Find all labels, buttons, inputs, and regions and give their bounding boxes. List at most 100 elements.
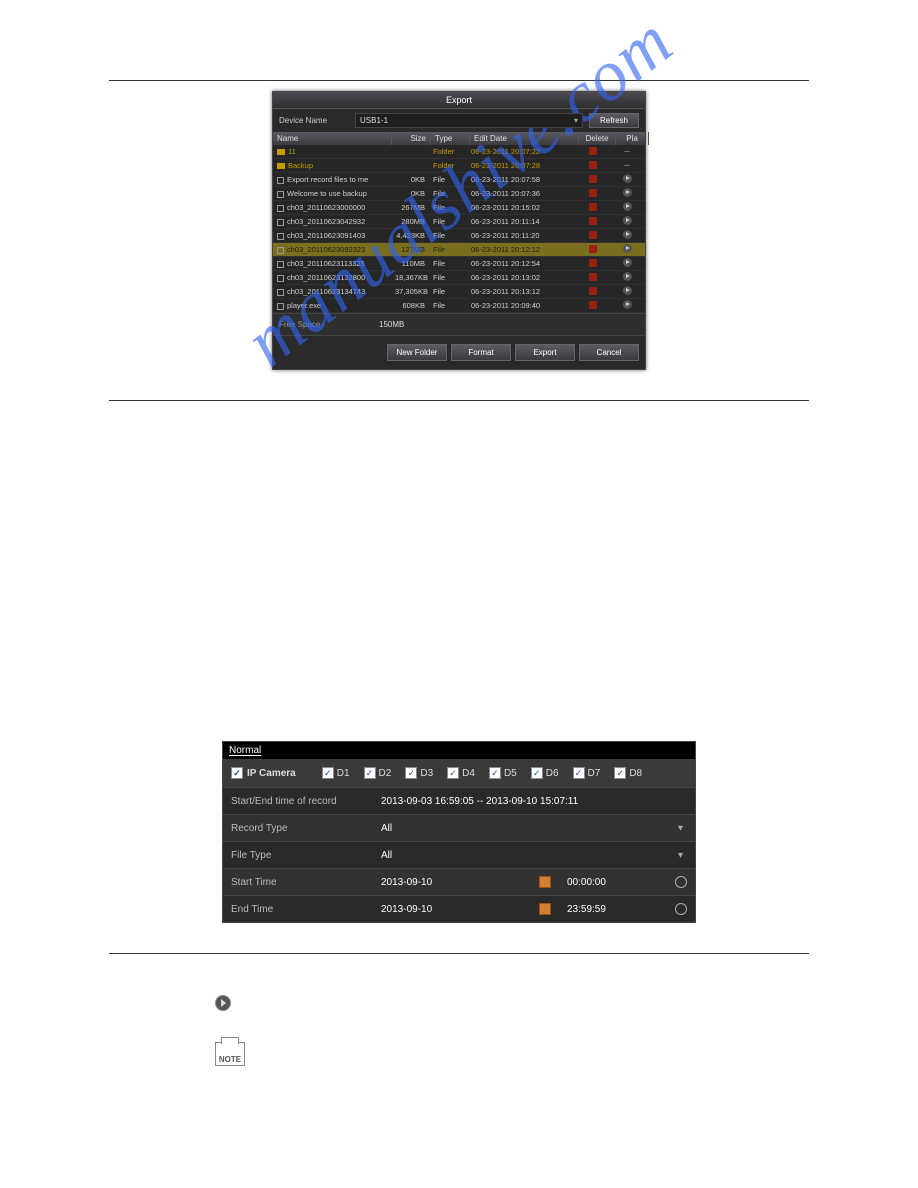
camera-checkbox[interactable]: D3: [405, 767, 433, 779]
table-row[interactable]: BackupFolder06-23-2011 20:07:28–: [273, 159, 645, 173]
camera-checkbox[interactable]: D2: [364, 767, 392, 779]
export-dialog: Export Device Name USB1-1 Refresh Name S…: [272, 91, 646, 370]
start-time-label: Start Time: [231, 877, 381, 888]
ip-camera-label: IP Camera: [247, 768, 296, 779]
calendar-icon[interactable]: [539, 903, 551, 915]
end-date-input[interactable]: 2013-09-10: [381, 904, 531, 915]
play-icon[interactable]: [623, 216, 632, 225]
play-icon: [215, 995, 231, 1011]
dialog-title: Export: [273, 92, 645, 109]
play-icon[interactable]: [623, 244, 632, 253]
camera-checkbox[interactable]: D1: [322, 767, 350, 779]
table-row[interactable]: ch03_2011062313280018,367KBFile06-23-201…: [273, 271, 645, 285]
page: manualshive.com Export Device Name USB1-…: [0, 0, 918, 1116]
table-row[interactable]: ch03_20110623092323127MBFile06-23-2011 2…: [273, 243, 645, 257]
end-time-input[interactable]: 23:59:59: [567, 904, 667, 915]
cancel-button[interactable]: Cancel: [579, 344, 639, 361]
file-type-label: File Type: [231, 850, 381, 861]
device-select[interactable]: USB1-1: [355, 113, 583, 128]
start-end-label: Start/End time of record: [231, 796, 381, 807]
clock-icon[interactable]: [675, 876, 687, 888]
checkbox-icon: [447, 767, 459, 779]
table-row[interactable]: Welcome to use backup0KBFile06-23-2011 2…: [273, 187, 645, 201]
camera-list: D1 D2 D3 D4 D5 D6 D7 D8: [322, 767, 687, 779]
dialog-button-row: New Folder Format Export Cancel: [273, 336, 645, 369]
play-icon[interactable]: [623, 258, 632, 267]
start-end-record-row: Start/End time of record 2013-09-03 16:5…: [223, 787, 695, 814]
panel-title: Normal: [223, 742, 695, 759]
free-space-value: 150MB: [379, 320, 404, 329]
checkbox-icon: [573, 767, 585, 779]
table-row[interactable]: player.exe608KBFile06-23-2011 20:09:40: [273, 299, 645, 313]
end-time-row: End Time 2013-09-10 23:59:59: [223, 895, 695, 922]
delete-icon[interactable]: [589, 287, 597, 295]
play-icon[interactable]: [623, 174, 632, 183]
delete-icon[interactable]: [589, 147, 597, 155]
ip-camera-checkbox[interactable]: IP Camera: [231, 767, 296, 779]
camera-checkbox[interactable]: D8: [614, 767, 642, 779]
camera-row: IP Camera D1 D2 D3 D4 D5 D6 D7 D8: [223, 759, 695, 787]
col-name[interactable]: Name: [273, 132, 392, 145]
free-space-label: Free Space: [279, 320, 379, 329]
start-date-input[interactable]: 2013-09-10: [381, 877, 531, 888]
col-type[interactable]: Type: [431, 132, 470, 145]
table-row[interactable]: ch03_201106230914034,423KBFile06-23-2011…: [273, 229, 645, 243]
play-icon[interactable]: [623, 286, 632, 295]
refresh-button[interactable]: Refresh: [589, 113, 639, 128]
horizontal-rule: [109, 80, 809, 81]
inline-play-icon-block: [215, 994, 918, 1012]
play-icon[interactable]: [623, 230, 632, 239]
new-folder-button[interactable]: New Folder: [387, 344, 447, 361]
delete-icon[interactable]: [589, 231, 597, 239]
end-time-label: End Time: [231, 904, 381, 915]
note-icon: NOTE: [215, 1042, 245, 1066]
format-button[interactable]: Format: [451, 344, 511, 361]
export-button[interactable]: Export: [515, 344, 575, 361]
delete-icon[interactable]: [589, 203, 597, 211]
delete-icon[interactable]: [589, 245, 597, 253]
delete-icon[interactable]: [589, 161, 597, 169]
calendar-icon[interactable]: [539, 876, 551, 888]
col-size[interactable]: Size: [392, 132, 431, 145]
start-time-input[interactable]: 00:00:00: [567, 877, 667, 888]
play-icon[interactable]: [623, 202, 632, 211]
camera-checkbox[interactable]: D4: [447, 767, 475, 779]
col-edit-date[interactable]: Edit Date: [470, 132, 579, 145]
camera-checkbox[interactable]: D6: [531, 767, 559, 779]
checkbox-icon: [231, 767, 243, 779]
checkbox-icon: [405, 767, 417, 779]
file-type-select[interactable]: All: [381, 850, 687, 861]
table-row[interactable]: Export record files to me0KBFile06-23-20…: [273, 173, 645, 187]
table-row[interactable]: ch03_2011062313474337,305KBFile06-23-201…: [273, 285, 645, 299]
checkbox-icon: [614, 767, 626, 779]
file-type-row: File Type All: [223, 841, 695, 868]
table-row[interactable]: ch03_20110623113325110MBFile06-23-2011 2…: [273, 257, 645, 271]
delete-icon[interactable]: [589, 217, 597, 225]
delete-icon[interactable]: [589, 189, 597, 197]
record-type-row: Record Type All: [223, 814, 695, 841]
free-space-row: Free Space 150MB: [273, 313, 645, 336]
delete-icon[interactable]: [589, 301, 597, 309]
normal-search-panel: Normal IP Camera D1 D2 D3 D4 D5 D6 D7 D8 Start/…: [222, 741, 696, 923]
checkbox-icon: [489, 767, 501, 779]
start-time-row: Start Time 2013-09-10 00:00:00: [223, 868, 695, 895]
table-row[interactable]: ch03_20110623000000267MBFile06-23-2011 2…: [273, 201, 645, 215]
delete-icon[interactable]: [589, 259, 597, 267]
clock-icon[interactable]: [675, 903, 687, 915]
note-block: NOTE: [215, 1042, 918, 1066]
delete-icon[interactable]: [589, 273, 597, 281]
col-delete[interactable]: Delete: [579, 132, 616, 145]
play-icon[interactable]: [623, 272, 632, 281]
record-type-select[interactable]: All: [381, 823, 687, 834]
col-play[interactable]: Pla: [616, 132, 649, 145]
delete-icon[interactable]: [589, 175, 597, 183]
device-name-label: Device Name: [279, 116, 349, 125]
play-icon[interactable]: [623, 300, 632, 309]
table-row[interactable]: ch03_20110623042932280MBFile06-23-2011 2…: [273, 215, 645, 229]
camera-checkbox[interactable]: D5: [489, 767, 517, 779]
file-list[interactable]: 11Folder06-23-2011 20:07:22–BackupFolder…: [273, 145, 645, 313]
start-end-value: 2013-09-03 16:59:05 -- 2013-09-10 15:07:…: [381, 796, 687, 807]
table-row[interactable]: 11Folder06-23-2011 20:07:22–: [273, 145, 645, 159]
play-icon[interactable]: [623, 188, 632, 197]
camera-checkbox[interactable]: D7: [573, 767, 601, 779]
